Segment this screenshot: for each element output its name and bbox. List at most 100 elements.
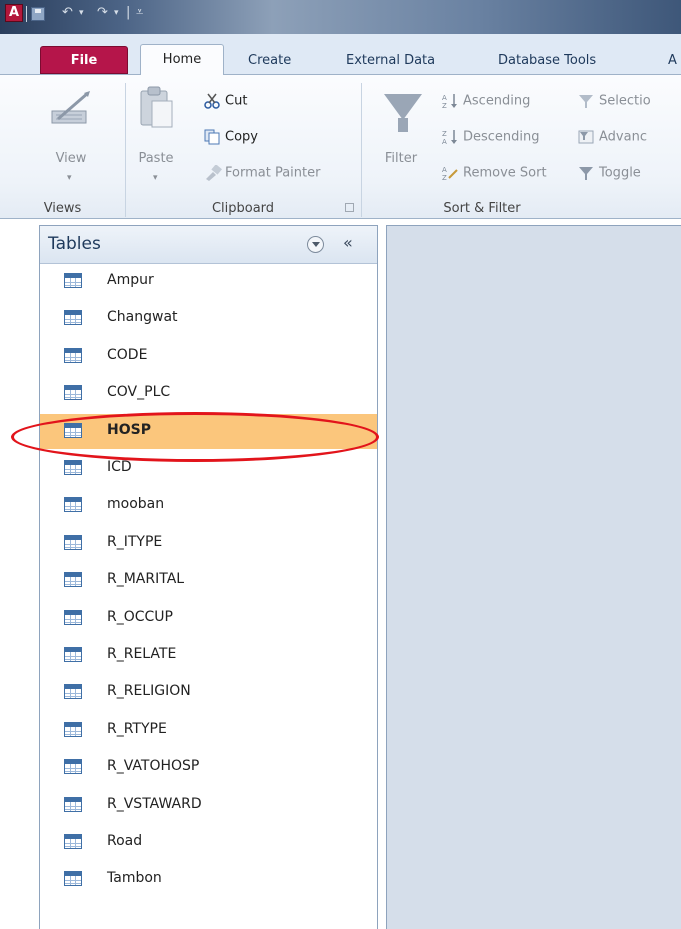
table-item-label: R_OCCUP bbox=[107, 608, 173, 625]
table-item-mooban[interactable]: mooban bbox=[40, 488, 377, 523]
view-icon[interactable] bbox=[50, 89, 92, 129]
qat-separator bbox=[26, 6, 27, 22]
undo-dropdown-icon[interactable]: ▾ bbox=[79, 3, 84, 23]
svg-text:Z: Z bbox=[442, 174, 447, 181]
paste-icon[interactable] bbox=[138, 85, 174, 129]
table-item-label: R_VSTAWARD bbox=[107, 795, 202, 812]
advanced-button[interactable]: Advanc bbox=[578, 129, 647, 145]
views-group-label: Views bbox=[43, 201, 82, 216]
table-item-label: R_MARITAL bbox=[107, 571, 185, 588]
ribbon-tab-row: File Home Create External Data Database … bbox=[0, 34, 681, 75]
views-group: View ▾ Views bbox=[0, 75, 125, 220]
filter-button[interactable]: Filter bbox=[378, 151, 424, 166]
cut-button[interactable]: Cut bbox=[204, 93, 247, 109]
redo-icon[interactable]: ↷ bbox=[97, 3, 108, 23]
tab-add-ins[interactable]: A bbox=[668, 47, 677, 74]
redo-dropdown-icon[interactable]: ▾ bbox=[114, 3, 119, 23]
table-item-label: Changwat bbox=[107, 309, 178, 326]
table-item-r-vstaward[interactable]: R_VSTAWARD bbox=[40, 788, 377, 823]
paintbrush-icon bbox=[204, 164, 222, 181]
selection-label: Selectio bbox=[599, 93, 651, 109]
tab-external-data[interactable]: External Data bbox=[346, 47, 435, 74]
toggle-filter-icon bbox=[578, 165, 594, 181]
filter-icon-stem bbox=[398, 118, 408, 132]
table-icon bbox=[64, 310, 82, 326]
table-item-r-vatohosp[interactable]: R_VATOHOSP bbox=[40, 750, 377, 785]
table-item-road[interactable]: Road bbox=[40, 825, 377, 860]
document-workspace bbox=[386, 225, 681, 929]
table-item-r-marital[interactable]: R_MARITAL bbox=[40, 563, 377, 598]
table-item-hosp[interactable]: HOSP bbox=[40, 413, 377, 449]
svg-text:A: A bbox=[442, 166, 447, 174]
paste-dropdown-icon[interactable]: ▾ bbox=[153, 173, 158, 183]
table-item-label: CODE bbox=[107, 346, 148, 363]
table-item-label: R_RTYPE bbox=[107, 720, 167, 737]
table-icon bbox=[64, 684, 82, 700]
table-icon bbox=[64, 497, 82, 513]
access-logo-icon[interactable]: A bbox=[5, 4, 23, 22]
table-item-r-relate[interactable]: R_RELATE bbox=[40, 638, 377, 673]
ascending-button[interactable]: AZ Ascending bbox=[442, 93, 531, 111]
undo-icon[interactable]: ↶ bbox=[62, 3, 73, 23]
table-item-label: COV_PLC bbox=[107, 384, 171, 401]
cut-label: Cut bbox=[225, 93, 248, 109]
nav-pane-menu-icon[interactable] bbox=[307, 236, 324, 253]
table-icon bbox=[64, 721, 82, 737]
tab-home[interactable]: Home bbox=[140, 44, 224, 75]
copy-button[interactable]: Copy bbox=[204, 129, 258, 145]
title-bar: A ↶ ▾ ↷ ▾ | ⩡ bbox=[0, 0, 681, 34]
clipboard-dialog-launcher-icon[interactable] bbox=[345, 203, 354, 212]
table-icon bbox=[64, 796, 82, 812]
sort-ascending-icon: AZ bbox=[442, 93, 458, 110]
table-item-label: HOSP bbox=[107, 421, 151, 438]
table-item-label: R_RELIGION bbox=[107, 683, 191, 700]
selection-button[interactable]: Selectio bbox=[578, 93, 651, 109]
tab-database-tools[interactable]: Database Tools bbox=[498, 47, 596, 74]
customize-qat-icon[interactable]: ⩡ bbox=[136, 3, 143, 23]
tab-create[interactable]: Create bbox=[248, 47, 291, 74]
copy-label: Copy bbox=[225, 129, 258, 145]
remove-sort-icon: AZ bbox=[442, 165, 458, 182]
table-icon bbox=[64, 273, 82, 288]
table-item-changwat[interactable]: Changwat bbox=[40, 301, 377, 336]
sort-filter-group-label: Sort & Filter bbox=[443, 201, 521, 216]
table-item-label: R_ITYPE bbox=[107, 533, 163, 550]
remove-sort-label: Remove Sort bbox=[463, 165, 547, 181]
view-button[interactable]: View bbox=[50, 151, 92, 166]
table-item-tambon[interactable]: Tambon bbox=[40, 862, 377, 897]
view-dropdown-icon[interactable]: ▾ bbox=[67, 173, 72, 183]
table-item-r-religion[interactable]: R_RELIGION bbox=[40, 675, 377, 710]
table-item-ampur[interactable]: Ampur bbox=[40, 264, 377, 299]
table-icon bbox=[64, 572, 82, 588]
table-item-icd[interactable]: ICD bbox=[40, 451, 377, 486]
advanced-filter-icon bbox=[578, 129, 594, 145]
table-item-label: mooban bbox=[107, 496, 165, 513]
table-icon bbox=[64, 534, 82, 550]
save-icon[interactable] bbox=[31, 7, 45, 21]
navigation-pane: Tables « Ampur Changwat CODE COV_PLC HOSP ICD… bbox=[39, 225, 378, 929]
descending-button[interactable]: ZA Descending bbox=[442, 129, 540, 147]
table-item-r-rtype[interactable]: R_RTYPE bbox=[40, 713, 377, 748]
format-painter-label: Format Painter bbox=[225, 165, 321, 181]
table-icon bbox=[64, 385, 82, 401]
format-painter-button[interactable]: Format Painter bbox=[204, 164, 321, 181]
tab-file[interactable]: File bbox=[40, 46, 128, 74]
ribbon: View ▾ Views Paste ▾ Cut Copy Format Pai… bbox=[0, 74, 681, 219]
toggle-filter-button[interactable]: Toggle bbox=[578, 165, 641, 181]
svg-text:Z: Z bbox=[442, 102, 447, 109]
clipboard-group-label: Clipboard bbox=[211, 201, 275, 216]
clipboard-group: Paste ▾ Cut Copy Format Painter Clipboar… bbox=[126, 75, 360, 220]
qat-divider: | bbox=[126, 5, 131, 20]
remove-sort-button[interactable]: AZ Remove Sort bbox=[442, 165, 547, 183]
filter-icon[interactable] bbox=[384, 94, 422, 120]
table-item-label: R_RELATE bbox=[107, 646, 177, 662]
table-item-code[interactable]: CODE bbox=[40, 339, 377, 374]
nav-pane-header[interactable]: Tables « bbox=[40, 226, 377, 264]
advanced-label: Advanc bbox=[599, 129, 647, 145]
table-item-r-itype[interactable]: R_ITYPE bbox=[40, 526, 377, 561]
collapse-pane-icon[interactable]: « bbox=[343, 233, 353, 252]
paste-button[interactable]: Paste bbox=[132, 151, 180, 166]
table-item-cov-plc[interactable]: COV_PLC bbox=[40, 376, 377, 411]
table-item-r-occup[interactable]: R_OCCUP bbox=[40, 601, 377, 636]
ascending-label: Ascending bbox=[463, 93, 531, 109]
